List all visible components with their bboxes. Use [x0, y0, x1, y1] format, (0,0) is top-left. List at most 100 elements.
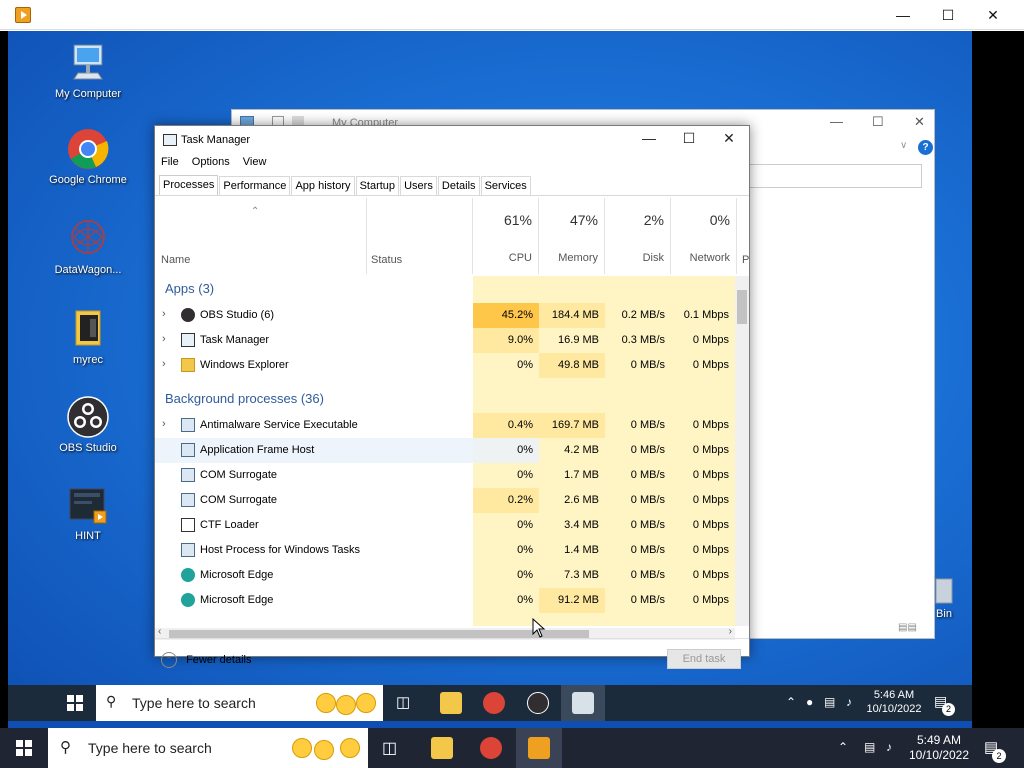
maximize-button[interactable]: ☐ [925, 0, 971, 30]
file-explorer-taskbar-icon[interactable] [431, 737, 453, 759]
tab-app-history[interactable]: App history [291, 176, 355, 195]
desktop-icon-my-computer[interactable]: My Computer [48, 41, 128, 100]
power-label: P [742, 254, 750, 266]
guest-search-box[interactable]: ⚲ Type here to search [96, 685, 383, 721]
chrome-taskbar-icon[interactable] [483, 692, 505, 714]
memory-cell: 184.4 MB [539, 303, 605, 328]
microphone-icon[interactable]: ● [806, 695, 813, 709]
process-name: OBS Studio (6) [200, 309, 274, 321]
expand-chevron-icon[interactable]: › [162, 333, 166, 345]
guest-search-placeholder: Type here to search [132, 695, 256, 711]
expand-chevron-icon[interactable]: › [162, 418, 166, 430]
tab-performance[interactable]: Performance [219, 176, 291, 195]
menu-options[interactable]: Options [192, 156, 230, 168]
tab-processes[interactable]: Processes [159, 175, 219, 196]
tab-users[interactable]: Users [400, 176, 437, 195]
col-name-label: Name [161, 254, 191, 266]
cpu-cell: 45.2% [473, 303, 539, 328]
memory-cell: 1.4 MB [539, 538, 605, 563]
tab-details[interactable]: Details [437, 176, 480, 195]
end-task-button[interactable]: End task [667, 649, 741, 669]
memory-cell: 4.2 MB [539, 438, 605, 463]
expand-chevron-icon[interactable]: › [162, 308, 166, 320]
tm-maximize-button[interactable]: ☐ [669, 130, 709, 147]
col-disk-header[interactable]: 2% Disk [605, 198, 671, 274]
scroll-left-icon[interactable]: ‹ [158, 626, 161, 637]
tm-minimize-button[interactable]: — [629, 130, 669, 146]
tab-startup[interactable]: Startup [355, 176, 400, 195]
disk-cell: 0.2 MB/s [605, 303, 671, 328]
col-status-header[interactable]: Status [367, 198, 473, 274]
process-row[interactable]: › OBS Studio (6) 45.2% 184.4 MB 0.2 MB/s… [155, 303, 735, 328]
network-tray-icon[interactable]: ▤ [824, 695, 835, 709]
menu-view[interactable]: View [243, 156, 267, 168]
desktop-icon-obs[interactable]: OBS Studio [48, 395, 128, 454]
volume-icon[interactable]: ♪ [846, 695, 852, 709]
file-explorer-taskbar-icon[interactable] [440, 692, 462, 714]
process-row[interactable]: › Antimalware Service Executable 0.4% 16… [155, 413, 735, 438]
volume-icon[interactable]: ♪ [886, 740, 892, 754]
details-view-icon[interactable]: ▤▤ [898, 622, 917, 633]
disk-cell: 0 MB/s [605, 353, 671, 378]
obs-taskbar-icon[interactable] [527, 692, 549, 714]
chevron-down-icon[interactable]: ∨ [900, 140, 907, 151]
col-name-header[interactable]: ⌃ Name [155, 198, 367, 274]
host-clock[interactable]: 5:49 AM 10/10/2022 [908, 733, 970, 763]
desktop-icon-datawagon[interactable]: DataWagon... [48, 217, 128, 276]
windows-start-icon[interactable] [16, 740, 32, 756]
help-icon[interactable]: ? [918, 140, 933, 155]
chrome-taskbar-icon[interactable] [480, 737, 502, 759]
process-row[interactable]: Host Process for Windows Tasks 0% 1.4 MB… [155, 538, 735, 563]
fewer-details-button[interactable]: ⌃ Fewer details [161, 652, 251, 668]
explorer-minimize-button[interactable]: — [830, 114, 843, 129]
desktop-icon-label: My Computer [54, 88, 122, 100]
minimize-button[interactable]: — [880, 0, 926, 30]
process-row[interactable]: CTF Loader 0% 3.4 MB 0 MB/s 0 Mbps [155, 513, 735, 538]
disk-cell: 0 MB/s [605, 413, 671, 438]
process-row[interactable]: › Windows Explorer 0% 49.8 MB 0 MB/s 0 M… [155, 353, 735, 378]
vertical-scroll-thumb[interactable] [737, 290, 747, 324]
explorer-maximize-button[interactable]: ☐ [872, 114, 884, 130]
menu-file[interactable]: File [161, 156, 179, 168]
process-row[interactable]: Application Frame Host 0% 4.2 MB 0 MB/s … [155, 438, 735, 463]
scroll-right-icon[interactable]: › [729, 626, 732, 637]
task-manager-window[interactable]: Task Manager — ☐ ✕ File Options View Pro… [154, 125, 751, 669]
network-cell: 0.1 Mbps [671, 303, 735, 328]
process-row[interactable]: › Task Manager 9.0% 16.9 MB 0.3 MB/s 0 M… [155, 328, 735, 353]
windows-start-icon[interactable] [67, 695, 83, 711]
cpu-cell: 0% [473, 353, 539, 378]
network-cell: 0 Mbps [671, 463, 735, 488]
desktop-icon-hint[interactable]: HINT [48, 483, 128, 542]
process-row[interactable]: COM Surrogate 0% 1.7 MB 0 MB/s 0 Mbps [155, 463, 735, 488]
emoji-icon [314, 740, 334, 760]
network-tray-icon[interactable]: ▤ [864, 740, 875, 754]
col-network-header[interactable]: 0% Network [671, 198, 737, 274]
tab-services[interactable]: Services [480, 176, 531, 195]
group-header-background[interactable]: Background processes (36) [165, 391, 324, 406]
host-search-box[interactable]: ⚲ Type here to search [48, 728, 368, 768]
process-row[interactable]: Microsoft Edge 0% 91.2 MB 0 MB/s 0 Mbps [155, 588, 735, 613]
vertical-scrollbar[interactable] [735, 276, 749, 626]
task-view-icon[interactable]: ◫ [396, 693, 410, 711]
close-button[interactable]: ✕ [970, 0, 1016, 30]
show-hidden-icons-chevron-icon[interactable]: ⌃ [838, 740, 848, 754]
task-manager-taskbar-icon[interactable] [572, 692, 594, 714]
col-power-header[interactable]: P [737, 198, 751, 274]
process-list: Apps (3) › OBS Studio (6) 45.2% 184.4 MB… [155, 276, 735, 626]
desktop-icon-myrec[interactable]: myrec [48, 307, 128, 366]
col-memory-header[interactable]: 47% Memory [539, 198, 605, 274]
desktop-icon-chrome[interactable]: Google Chrome [48, 127, 128, 186]
guest-clock[interactable]: 5:46 AM 10/10/2022 [866, 688, 922, 716]
show-hidden-icons-chevron-icon[interactable]: ⌃ [786, 695, 796, 709]
col-cpu-header[interactable]: 61% CPU [473, 198, 539, 274]
vm-app-taskbar-icon[interactable] [528, 737, 550, 759]
task-view-icon[interactable]: ◫ [382, 738, 397, 758]
group-header-apps[interactable]: Apps (3) [165, 281, 214, 296]
process-row[interactable]: Microsoft Edge 0% 7.3 MB 0 MB/s 0 Mbps [155, 563, 735, 588]
process-row[interactable]: COM Surrogate 0.2% 2.6 MB 0 MB/s 0 Mbps [155, 488, 735, 513]
tm-close-button[interactable]: ✕ [709, 130, 749, 147]
explorer-close-button[interactable]: ✕ [914, 114, 925, 130]
horizontal-scroll-thumb[interactable] [169, 630, 589, 638]
expand-chevron-icon[interactable]: › [162, 358, 166, 370]
explorer-search-input[interactable]: er [732, 164, 922, 188]
